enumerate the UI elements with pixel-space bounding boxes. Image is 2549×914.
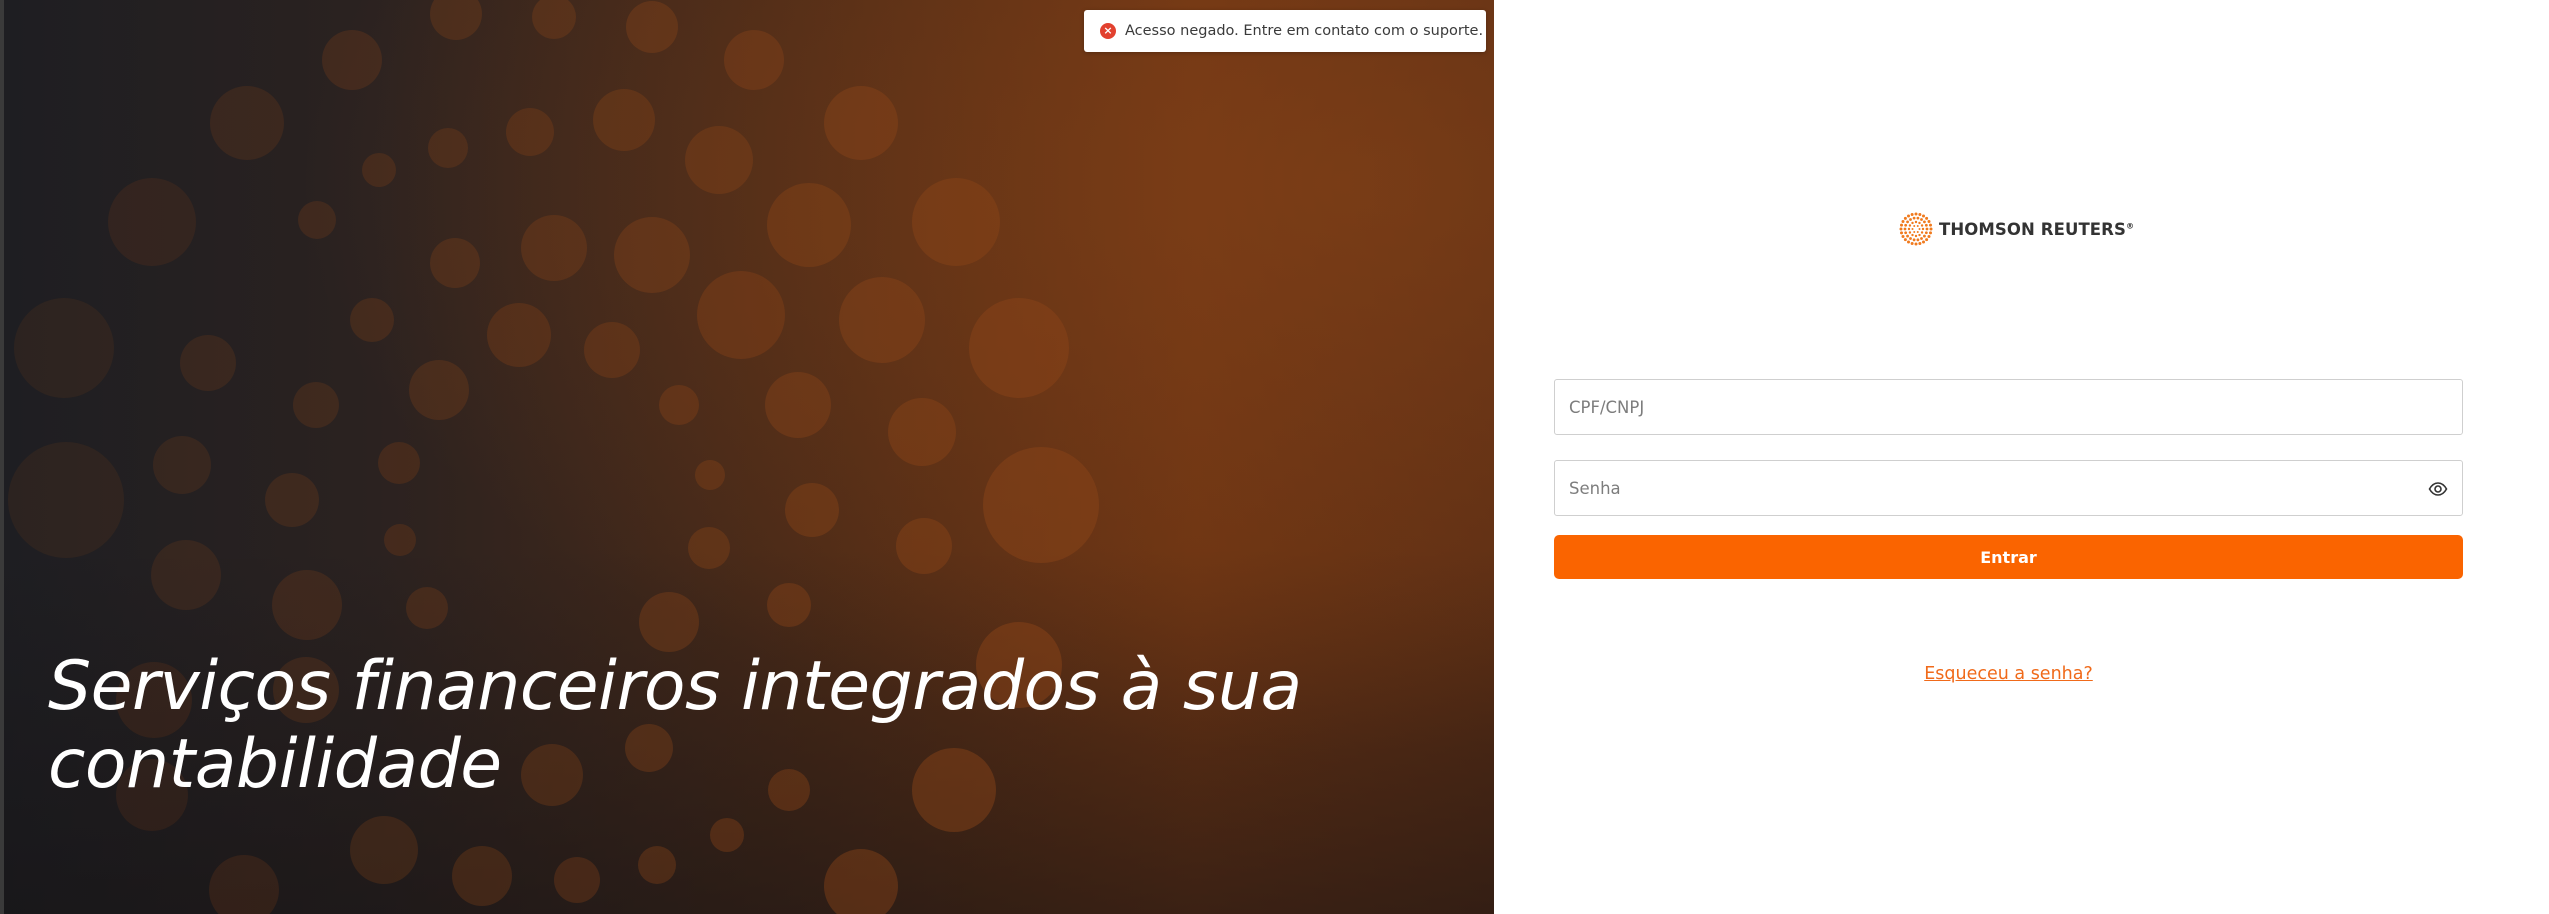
hero-title: Serviços financeiros integrados à sua co… bbox=[48, 648, 1348, 804]
hero-dot bbox=[710, 818, 744, 852]
hero-dot bbox=[584, 322, 640, 378]
hero-dot bbox=[724, 30, 784, 90]
hero-dot bbox=[265, 473, 319, 527]
hero-dot bbox=[685, 126, 753, 194]
hero-dot bbox=[765, 372, 831, 438]
password-input[interactable] bbox=[1555, 461, 2462, 515]
hero-dot bbox=[209, 855, 279, 914]
hero-dot bbox=[210, 86, 284, 160]
hero-banner: Serviços financeiros integrados à sua co… bbox=[0, 0, 1494, 914]
hero-dot bbox=[272, 570, 342, 640]
hero-dot bbox=[430, 238, 480, 288]
hero-dot bbox=[593, 89, 655, 151]
login-button[interactable]: Entrar bbox=[1554, 535, 2463, 579]
hero-dot bbox=[362, 153, 396, 187]
hero-dot bbox=[384, 524, 416, 556]
hero-dot bbox=[912, 178, 1000, 266]
hero-dot bbox=[350, 816, 418, 884]
error-toast[interactable]: × Acesso negado. Entre em contato com o … bbox=[1084, 10, 1486, 52]
thomson-reuters-logo-icon bbox=[1899, 212, 1933, 246]
registered-mark: ® bbox=[2125, 221, 2135, 230]
logo-text: THOMSON REUTERS® bbox=[1939, 220, 2134, 239]
logo-wordmark: THOMSON REUTERS bbox=[1939, 219, 2126, 239]
forgot-password-link[interactable]: Esqueceu a senha? bbox=[1554, 664, 2463, 684]
toast-message: Acesso negado. Entre em contato com o su… bbox=[1125, 23, 1484, 39]
hero-dot bbox=[428, 128, 468, 168]
hero-dot bbox=[785, 483, 839, 537]
hero-dot bbox=[298, 201, 336, 239]
hero-dot bbox=[767, 183, 851, 267]
hero-dot bbox=[506, 108, 554, 156]
hero-dot bbox=[695, 460, 725, 490]
hero-dot bbox=[350, 298, 394, 342]
hero-dot bbox=[532, 0, 576, 39]
hero-dot bbox=[824, 849, 898, 914]
hero-dot bbox=[153, 436, 211, 494]
hero-dot bbox=[554, 857, 600, 903]
eye-icon[interactable] bbox=[2428, 479, 2448, 499]
error-icon: × bbox=[1100, 23, 1116, 39]
hero-dot bbox=[430, 0, 482, 40]
hero-dot bbox=[108, 178, 196, 266]
hero-dot bbox=[697, 271, 785, 359]
hero-title-line2: contabilidade bbox=[48, 725, 502, 804]
hero-dot bbox=[659, 385, 699, 425]
password-field[interactable] bbox=[1554, 460, 2463, 516]
hero-dot bbox=[767, 583, 811, 627]
hero-dot bbox=[626, 1, 678, 53]
hero-dot bbox=[151, 540, 221, 610]
hero-dot bbox=[839, 277, 925, 363]
hero-dot bbox=[180, 335, 236, 391]
hero-dot bbox=[487, 303, 551, 367]
hero-dot bbox=[896, 518, 952, 574]
thomson-reuters-logo: THOMSON REUTERS® bbox=[1899, 212, 2134, 246]
cpf-cnpj-field[interactable] bbox=[1554, 379, 2463, 435]
hero-dot bbox=[614, 217, 690, 293]
hero-dot bbox=[983, 447, 1099, 563]
hero-dot bbox=[322, 30, 382, 90]
hero-dot bbox=[14, 298, 114, 398]
hero-title-line1: Serviços financeiros integrados à sua bbox=[48, 647, 1302, 726]
hero-dot bbox=[688, 527, 730, 569]
hero-dot bbox=[824, 86, 898, 160]
login-panel: THOMSON REUTERS® Entrar Esqueceu a senha… bbox=[1494, 0, 2549, 914]
login-page: Serviços financeiros integrados à sua co… bbox=[0, 0, 2549, 914]
hero-dot bbox=[8, 442, 124, 558]
hero-dot bbox=[888, 398, 956, 466]
hero-dot bbox=[293, 382, 339, 428]
hero-dot bbox=[969, 298, 1069, 398]
hero-dot bbox=[639, 592, 699, 652]
hero-dot bbox=[638, 846, 676, 884]
hero-dot bbox=[452, 846, 512, 906]
hero-dot bbox=[406, 587, 448, 629]
hero-dot bbox=[521, 215, 587, 281]
hero-dot bbox=[378, 442, 420, 484]
hero-dot bbox=[409, 360, 469, 420]
cpf-cnpj-input[interactable] bbox=[1555, 380, 2462, 434]
